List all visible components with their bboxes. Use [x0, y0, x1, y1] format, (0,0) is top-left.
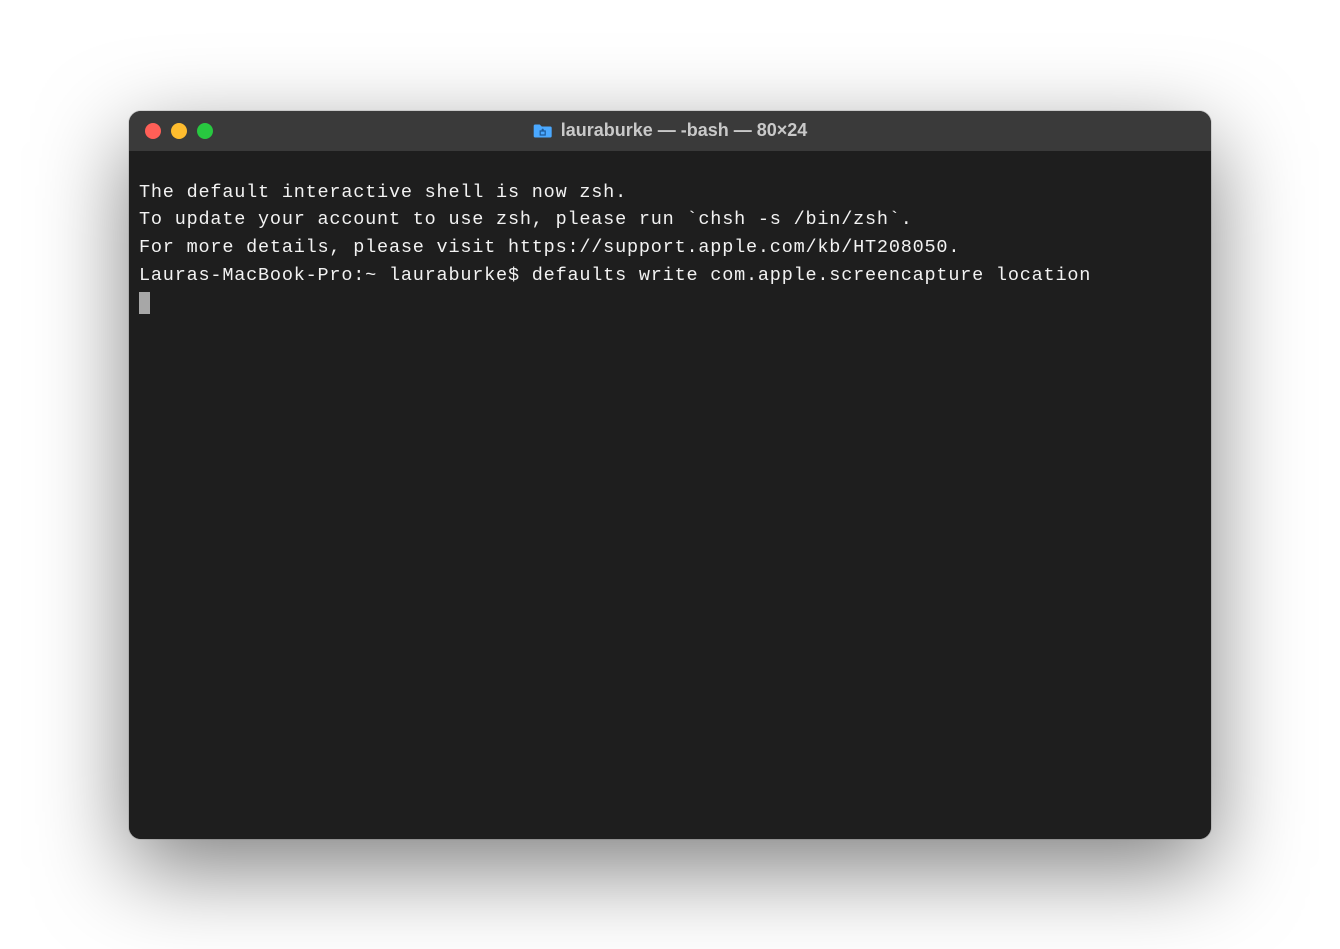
minimize-button[interactable] [171, 123, 187, 139]
terminal-line: For more details, please visit https://s… [139, 234, 1201, 262]
titlebar[interactable]: lauraburke — -bash — 80×24 [129, 111, 1211, 151]
window-title: lauraburke — -bash — 80×24 [561, 120, 808, 141]
cursor [139, 292, 150, 314]
terminal-window: lauraburke — -bash — 80×24 The default i… [129, 111, 1211, 839]
terminal-command: defaults write com.apple.screencapture l… [532, 265, 1103, 286]
traffic-lights [145, 123, 213, 139]
terminal-line: To update your account to use zsh, pleas… [139, 206, 1201, 234]
close-button[interactable] [145, 123, 161, 139]
folder-icon [533, 123, 553, 139]
terminal-prompt: Lauras-MacBook-Pro:~ lauraburke$ [139, 265, 532, 286]
terminal-body[interactable]: The default interactive shell is now zsh… [129, 151, 1211, 839]
terminal-line: The default interactive shell is now zsh… [139, 179, 1201, 207]
zoom-button[interactable] [197, 123, 213, 139]
window-title-wrap: lauraburke — -bash — 80×24 [533, 120, 808, 141]
